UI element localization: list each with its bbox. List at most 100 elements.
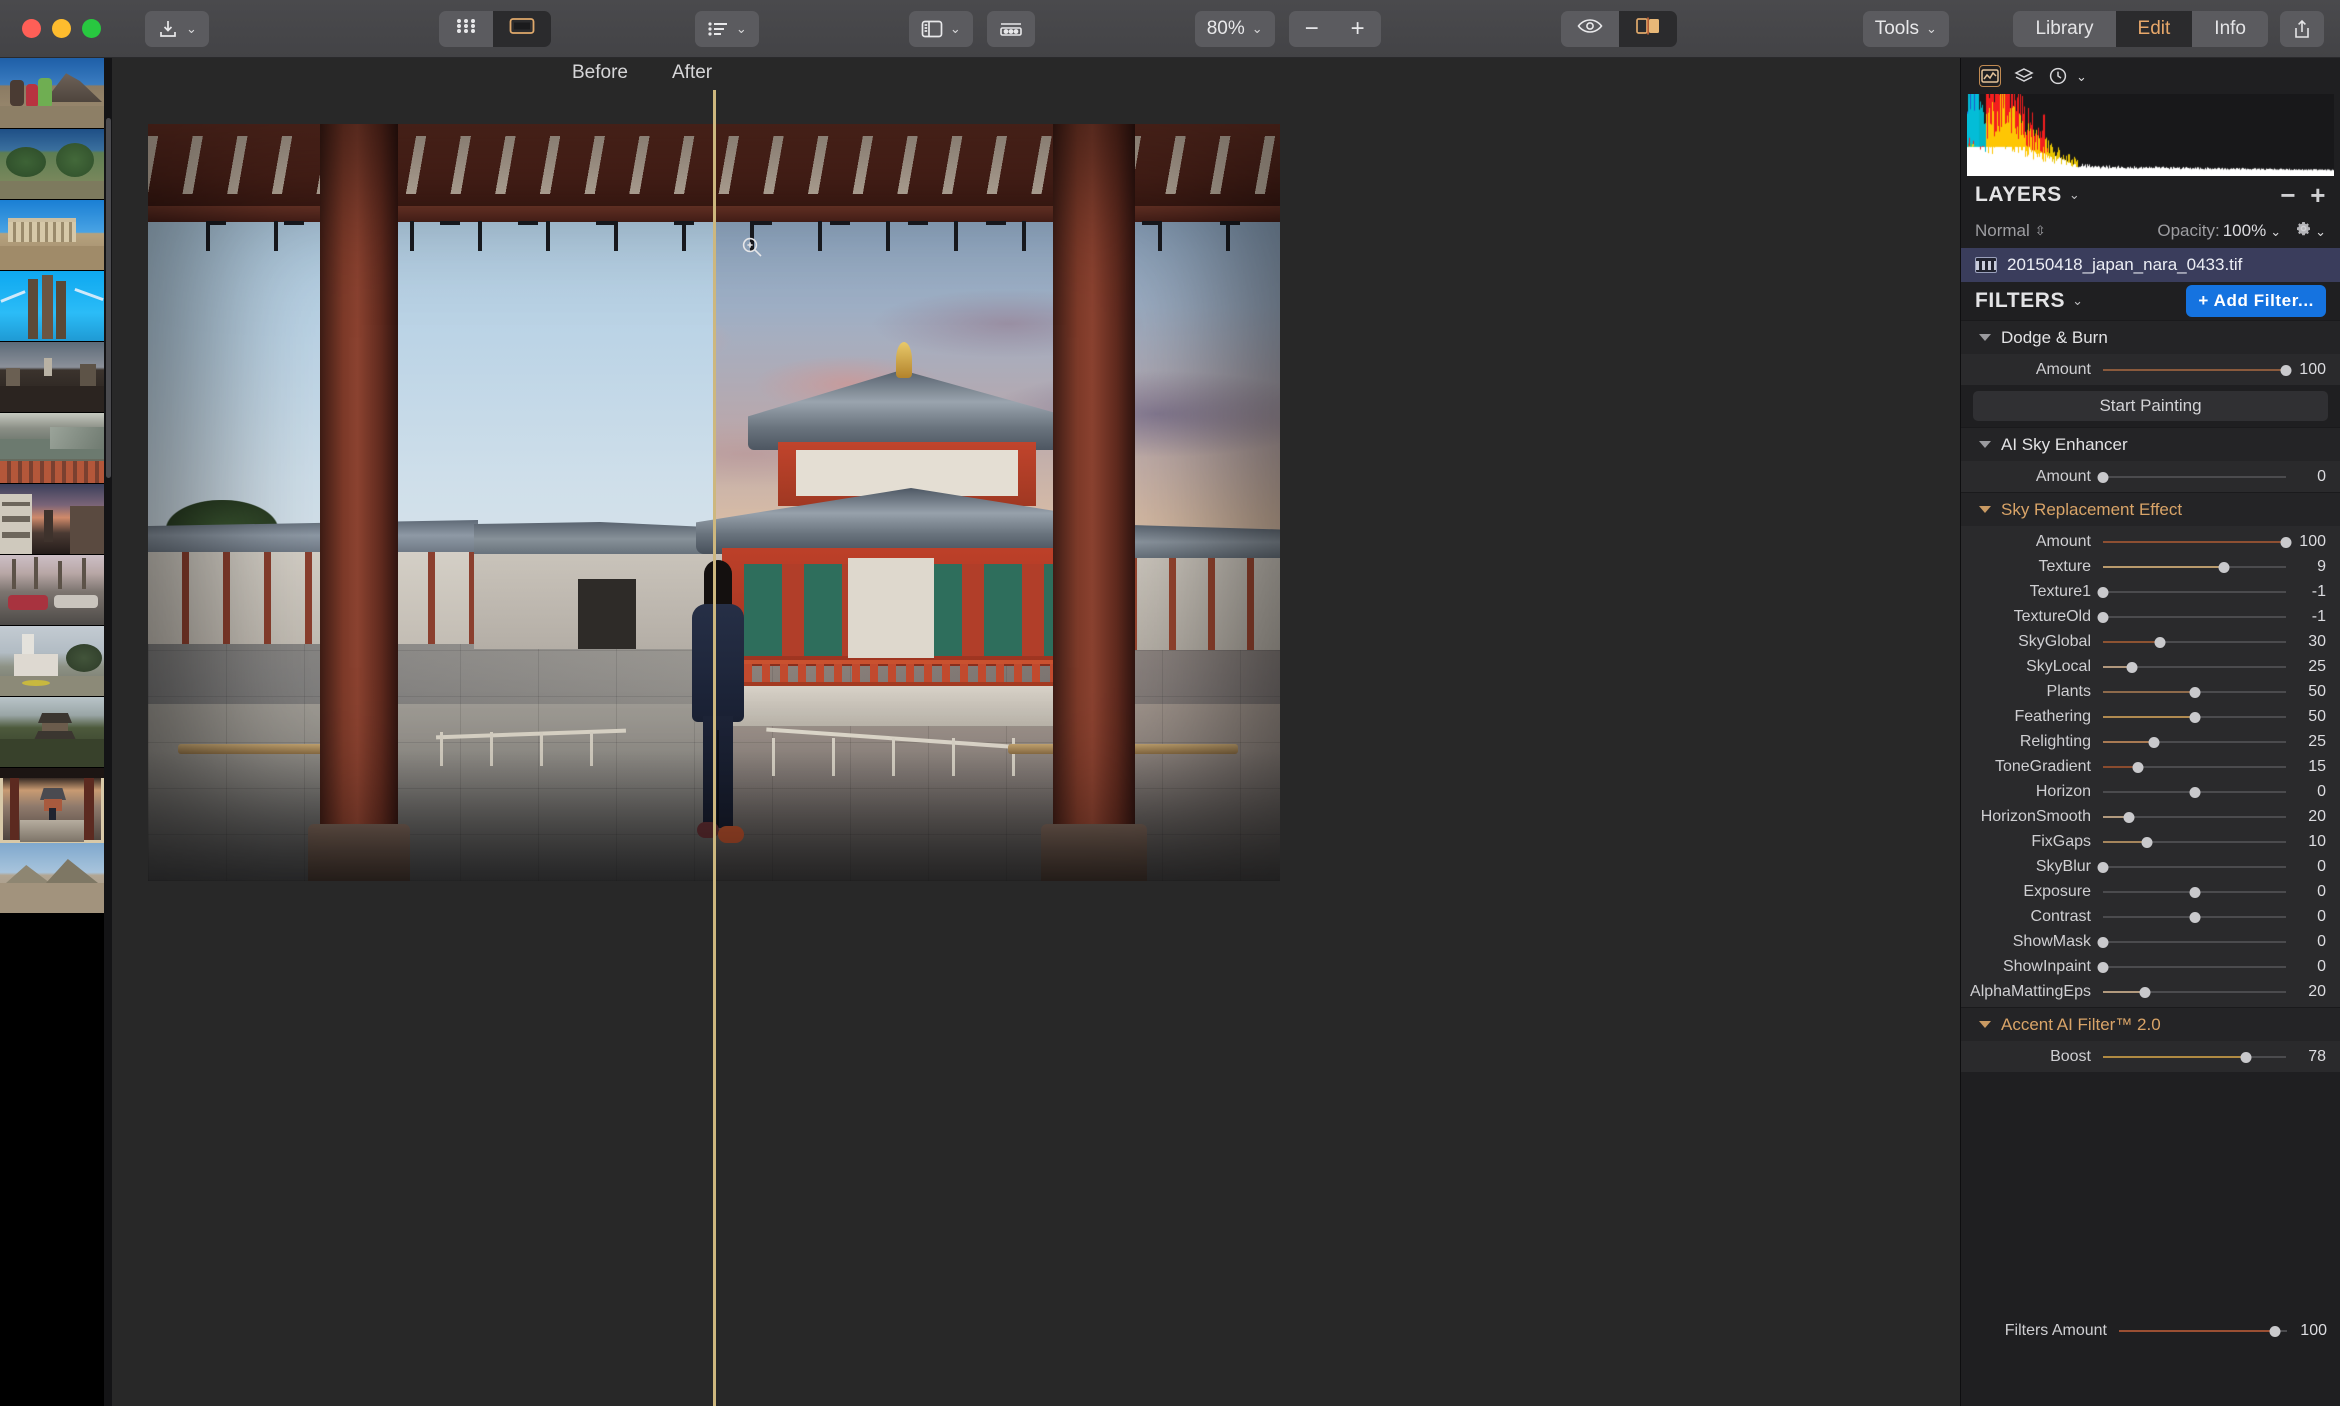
close-window-button[interactable] <box>22 19 41 38</box>
filter-header-0[interactable]: Dodge & Burn <box>1961 320 2340 354</box>
mode-info-tab[interactable]: Info <box>2192 10 2268 47</box>
param-slider[interactable] <box>2103 710 2286 724</box>
share-button[interactable] <box>2280 10 2324 47</box>
triangle-down-icon[interactable] <box>1979 334 1991 341</box>
filmstrip-thumb-japan-nara-temple[interactable] <box>0 768 104 843</box>
blend-mode-value[interactable]: Normal <box>1975 221 2030 241</box>
filmstrip-thumb-white-church-plaza[interactable] <box>0 626 104 697</box>
param-slider[interactable] <box>2103 660 2286 674</box>
image-canvas[interactable]: Before After <box>112 58 1960 1406</box>
before-after-compare-button[interactable] <box>1618 10 1677 47</box>
start-painting-button[interactable]: Start Painting <box>1973 391 2328 421</box>
remove-layer-button[interactable]: − <box>2280 182 2296 208</box>
filmstrip-thumb-town-sunset[interactable] <box>0 484 104 555</box>
right-sidebar[interactable]: ⌄ LAYERS ⌄ − + Normal ⇳ Opacity: 100% ⌄ <box>1960 58 2340 1406</box>
param-slider[interactable] <box>2103 910 2286 924</box>
param-slider[interactable] <box>2103 685 2286 699</box>
filters-list[interactable]: Dodge & Burn Amount 100 Start Painting AI Sk… <box>1961 320 2340 1406</box>
grid-view-button[interactable] <box>438 10 493 47</box>
histogram-icon[interactable] <box>1979 65 2001 87</box>
filters-amount-row[interactable]: Filters Amount 100 <box>1961 1316 2340 1346</box>
filmstrip-thumb-city-skyline[interactable] <box>0 342 104 413</box>
param-slider[interactable] <box>2103 985 2286 999</box>
param-slider[interactable] <box>2103 635 2286 649</box>
history-clock-icon[interactable] <box>2047 65 2069 87</box>
triangle-down-icon[interactable] <box>1979 506 1991 513</box>
side-panel-toggle-button[interactable]: ⌄ <box>908 10 973 47</box>
param-slider[interactable] <box>2097 470 2286 484</box>
export-button[interactable]: ⌄ <box>145 10 209 47</box>
filmstrip-thumb-palm-street-cars[interactable] <box>0 555 104 626</box>
param-value: 25 <box>2308 732 2326 750</box>
param-slider[interactable] <box>2103 835 2286 849</box>
zoom-stepper[interactable]: − + <box>1288 10 1381 47</box>
preview-compare-segmented[interactable] <box>1560 10 1677 47</box>
filmstrip-thumb-sagrada-familia[interactable] <box>0 271 104 342</box>
layers-stack-icon[interactable] <box>2013 65 2035 87</box>
filmstrip-thumb-hikers-mountain[interactable] <box>0 58 104 129</box>
filmstrip-scrollbar[interactable] <box>104 58 112 1406</box>
zoom-out-button[interactable]: − <box>1288 10 1335 47</box>
chevron-down-icon[interactable]: ⌄ <box>2072 293 2084 309</box>
filmstrip-toggle-button[interactable] <box>986 10 1035 47</box>
layer-item[interactable]: 20150418_japan_nara_0433.tif <box>1961 248 2340 282</box>
param-slider[interactable] <box>2103 785 2286 799</box>
filter-header-1[interactable]: AI Sky Enhancer <box>1961 427 2340 461</box>
filmstrip-thumb-japanese-pagoda[interactable] <box>0 697 104 768</box>
before-after-split-handle[interactable] <box>713 90 716 1406</box>
param-row: AlphaMattingEps 20 <box>1961 979 2340 1004</box>
chevron-down-icon[interactable]: ⌄ <box>2315 225 2326 238</box>
filter-header-3[interactable]: Accent AI Filter™ 2.0 <box>1961 1007 2340 1041</box>
param-slider[interactable] <box>2103 735 2286 749</box>
filmstrip-scrollbar-thumb[interactable] <box>106 118 111 478</box>
param-slider[interactable] <box>2103 560 2286 574</box>
param-row: Texture1 -1 <box>1961 579 2340 604</box>
minimize-window-button[interactable] <box>52 19 71 38</box>
triangle-down-icon[interactable] <box>1979 1021 1991 1028</box>
param-slider[interactable] <box>2103 363 2292 377</box>
param-label: ShowInpaint <box>2002 957 2091 975</box>
param-slider[interactable] <box>2103 885 2286 899</box>
param-slider[interactable] <box>2097 585 2286 599</box>
param-slider[interactable] <box>2097 935 2286 949</box>
triangle-down-icon[interactable] <box>1979 441 1991 448</box>
tools-menu-button[interactable]: Tools ⌄ <box>1862 10 1949 47</box>
mode-library-tab[interactable]: Library <box>2013 10 2116 47</box>
filters-amount-slider[interactable] <box>2119 1324 2287 1338</box>
param-slider[interactable] <box>2097 610 2286 624</box>
sort-button[interactable]: ⌄ <box>694 10 759 47</box>
filmstrip[interactable] <box>0 58 104 1406</box>
stepper-updown-icon[interactable]: ⇳ <box>2035 223 2046 239</box>
vignette <box>148 124 713 881</box>
preview-toggle-button[interactable] <box>1560 10 1619 47</box>
filmstrip-thumb-trees-field[interactable] <box>0 129 104 200</box>
param-row: ShowInpaint 0 <box>1961 954 2340 979</box>
mode-switcher[interactable]: Library Edit Info <box>2013 10 2268 47</box>
chevron-down-icon[interactable]: ⌄ <box>2270 225 2281 238</box>
zoom-in-button[interactable]: + <box>1334 10 1381 47</box>
param-slider[interactable] <box>2103 535 2292 549</box>
mode-edit-tab[interactable]: Edit <box>2115 10 2193 47</box>
chevron-down-icon[interactable]: ⌄ <box>2076 70 2087 83</box>
param-slider[interactable] <box>2097 960 2286 974</box>
filter-header-2[interactable]: Sky Replacement Effect <box>1961 492 2340 526</box>
single-image-view-button[interactable] <box>492 10 551 47</box>
gear-icon[interactable] <box>2295 220 2312 242</box>
chevron-down-icon[interactable]: ⌄ <box>2069 187 2081 203</box>
param-slider[interactable] <box>2097 860 2286 874</box>
window-controls <box>22 19 101 38</box>
add-filter-button[interactable]: + Add Filter... <box>2186 285 2326 317</box>
maximize-window-button[interactable] <box>82 19 101 38</box>
view-mode-segmented[interactable] <box>438 10 551 47</box>
param-slider[interactable] <box>2103 1050 2286 1064</box>
panel-icon-row[interactable]: ⌄ <box>1961 58 2340 92</box>
filmstrip-thumb-river-bridge-aerial[interactable] <box>0 413 104 484</box>
zoom-level-dropdown[interactable]: 80% ⌄ <box>1194 10 1275 47</box>
opacity-value[interactable]: 100% <box>2223 221 2266 241</box>
filmstrip-thumb-ancient-temple-ruins[interactable] <box>0 200 104 271</box>
add-layer-button[interactable]: + <box>2310 182 2326 208</box>
param-slider[interactable] <box>2103 760 2286 774</box>
param-row: Amount 0 <box>1961 464 2340 489</box>
filmstrip-thumb-desert-mountains[interactable] <box>0 843 104 914</box>
param-slider[interactable] <box>2103 810 2286 824</box>
